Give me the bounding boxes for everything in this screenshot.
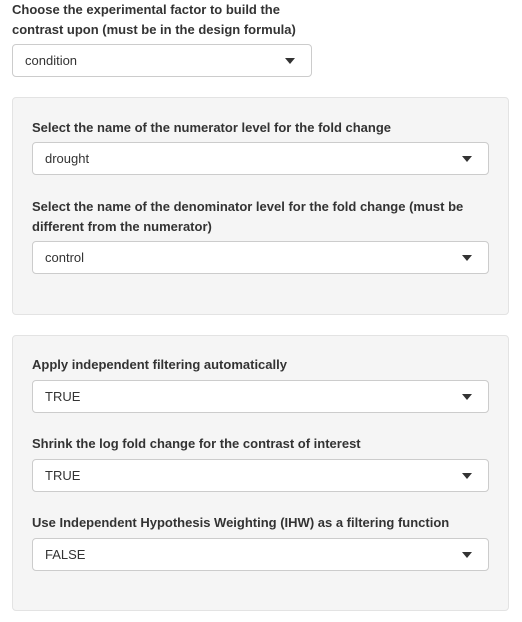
chevron-down-icon: [462, 394, 472, 400]
shrink-label: Shrink the log fold change for the contr…: [32, 436, 361, 451]
chevron-down-icon: [462, 473, 472, 479]
filtering-label: Apply independent filtering automaticall…: [32, 357, 287, 372]
factor-select[interactable]: condition: [12, 44, 312, 77]
numerator-label: Select the name of the numerator level f…: [32, 120, 392, 135]
filtering-value: TRUE: [45, 389, 81, 404]
denominator-label: Select the name of the denominator level…: [32, 199, 464, 234]
filtering-select[interactable]: TRUE: [32, 380, 489, 413]
chevron-down-icon: [462, 156, 472, 162]
chevron-down-icon: [462, 255, 472, 261]
shrink-value: TRUE: [45, 468, 81, 483]
chevron-down-icon: [462, 552, 472, 558]
numerator-select[interactable]: drought: [32, 142, 489, 175]
ihw-value: FALSE: [45, 547, 86, 562]
factor-value: condition: [25, 53, 78, 68]
denominator-select[interactable]: control: [32, 241, 489, 274]
factor-label: Choose the experimental factor to build …: [12, 2, 296, 37]
ihw-label: Use Independent Hypothesis Weighting (IH…: [32, 515, 450, 530]
chevron-down-icon: [285, 58, 295, 64]
denominator-value: control: [45, 250, 85, 265]
ihw-select[interactable]: FALSE: [32, 538, 489, 571]
shrink-select[interactable]: TRUE: [32, 459, 489, 492]
numerator-value: drought: [45, 151, 90, 166]
